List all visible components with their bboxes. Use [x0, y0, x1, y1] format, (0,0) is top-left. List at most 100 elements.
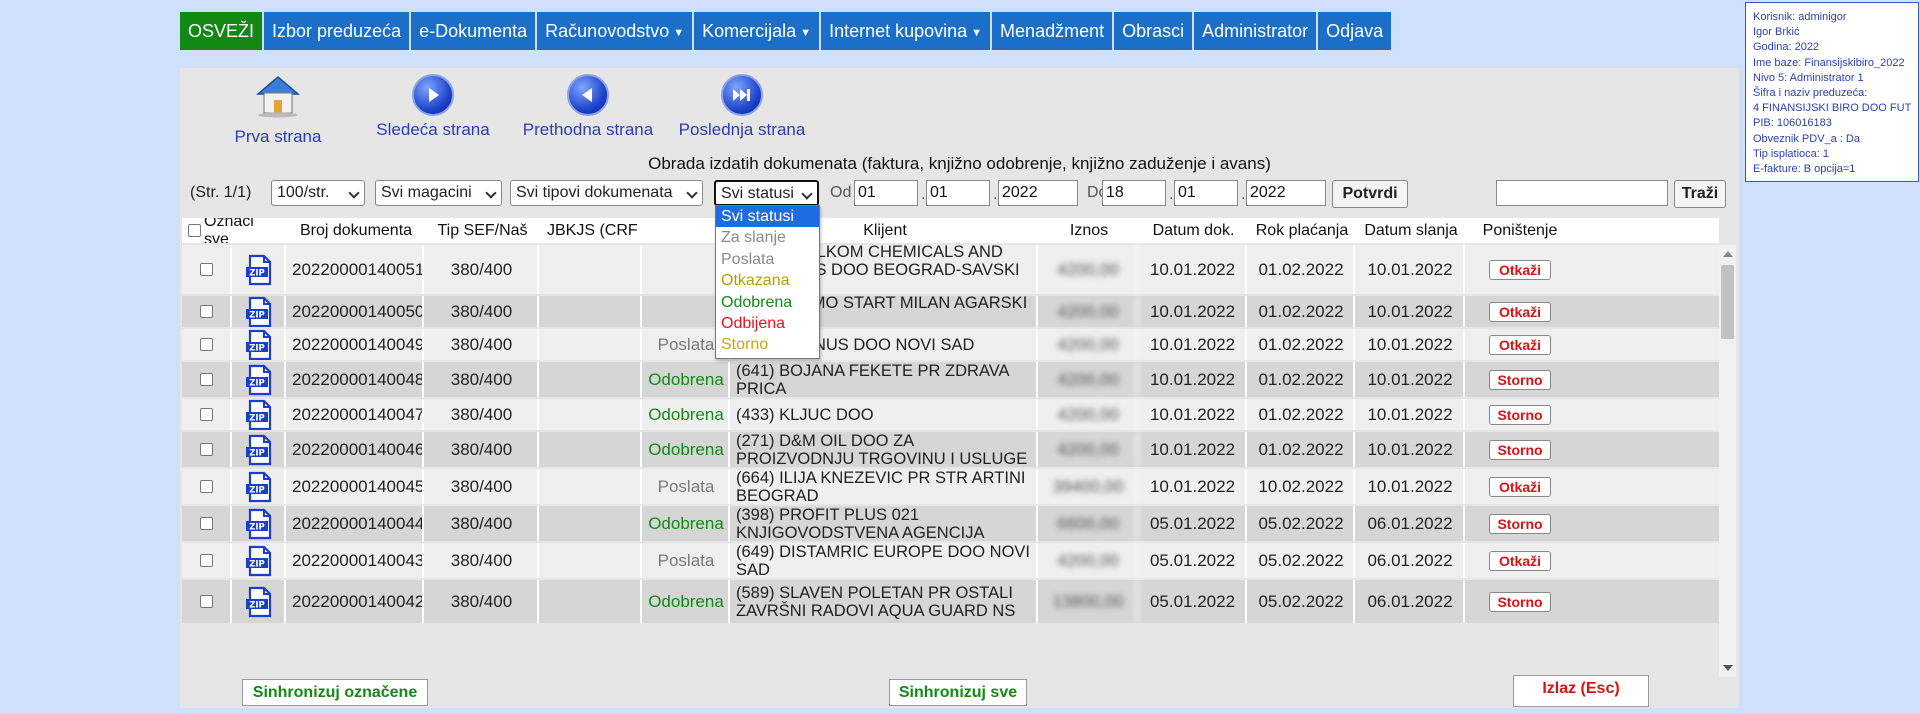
status-option[interactable]: Odobrena: [716, 292, 819, 313]
to-month-input[interactable]: 01: [1174, 180, 1238, 206]
previous-page-label: Prethodna strana: [522, 120, 654, 139]
user-info-line: Ime baze: Finansijskibiro_2022: [1753, 56, 1905, 69]
status-badge: Odobrena: [644, 399, 730, 430]
status-option[interactable]: Storno: [716, 334, 819, 355]
nav-item-label: e-Dokumenta: [419, 21, 528, 41]
cancel-button[interactable]: Otkaži: [1489, 550, 1551, 571]
sent-date: 10.01.2022: [1357, 432, 1465, 467]
cancel-button[interactable]: Otkaži: [1489, 259, 1551, 280]
download-zip-cell[interactable]: ZIP: [234, 543, 286, 578]
nav-item-0[interactable]: OSVEŽI: [180, 12, 263, 50]
chevron-down-icon: ▼: [800, 27, 812, 39]
download-zip-cell[interactable]: ZIP: [234, 245, 286, 294]
nav-item-9[interactable]: Odjava: [1318, 12, 1392, 50]
per-page-select[interactable]: 100/str.: [271, 180, 365, 206]
from-year-input[interactable]: 2022: [998, 180, 1078, 206]
nav-item-1[interactable]: Izbor preduzeća: [264, 12, 410, 50]
column-header-doc-number[interactable]: Broj dokumenta: [288, 218, 424, 243]
search-input[interactable]: [1496, 180, 1668, 206]
cancel-button[interactable]: Otkaži: [1489, 476, 1551, 497]
download-zip-cell[interactable]: ZIP: [234, 469, 286, 504]
nav-item-3[interactable]: Računovodstvo ▼: [537, 12, 693, 50]
download-zip-cell[interactable]: ZIP: [234, 399, 286, 430]
table-scrollbar[interactable]: [1719, 245, 1736, 677]
exit-button[interactable]: Izlaz (Esc): [1513, 675, 1649, 707]
storno-button[interactable]: Storno: [1489, 591, 1551, 612]
nav-item-5[interactable]: Internet kupovina ▼: [821, 12, 991, 50]
cancel-button[interactable]: Otkaži: [1489, 334, 1551, 355]
column-header-type[interactable]: Tip SEF/Naš: [426, 218, 539, 243]
row-checkbox[interactable]: [199, 480, 213, 493]
sync-selected-button[interactable]: Sinhronizuj označene: [242, 679, 428, 706]
sync-all-button[interactable]: Sinhronizuj sve: [889, 679, 1027, 706]
row-checkbox[interactable]: [199, 263, 213, 276]
status-badge: Odobrena: [644, 362, 730, 397]
storno-button[interactable]: Storno: [1489, 369, 1551, 390]
column-header-jbkjs[interactable]: JBKJS (CRF: [541, 218, 642, 243]
column-header-sent-date[interactable]: Datum slanja: [1357, 218, 1465, 243]
row-checkbox[interactable]: [199, 554, 213, 567]
status-select[interactable]: Svi statusi: [714, 180, 819, 206]
column-header-due-date[interactable]: Rok plaćanja: [1249, 218, 1355, 243]
doc-type: 380/400: [426, 469, 539, 504]
download-zip-cell[interactable]: ZIP: [234, 296, 286, 327]
row-checkbox[interactable]: [199, 373, 213, 386]
nav-item-7[interactable]: Obrasci: [1114, 12, 1193, 50]
status-dropdown-list: Svi statusi Za slanje Poslata Otkazana Odobr…: [715, 205, 820, 359]
last-page-button[interactable]: Poslednja strana: [662, 74, 822, 140]
status-option[interactable]: Svi statusi: [716, 206, 819, 228]
cancel-cell: Otkaži: [1467, 245, 1573, 294]
nav-item-label: Izbor preduzeća: [272, 21, 402, 41]
row-checkbox[interactable]: [199, 517, 213, 530]
amount-value: 39400,00: [1040, 469, 1138, 504]
page-title: Obrada izdatih dokumenata (faktura, knji…: [648, 154, 1271, 173]
document-type-select[interactable]: Svi tipovi dokumenata: [510, 180, 703, 206]
zip-file-icon: ZIP: [246, 508, 272, 539]
due-date: 01.02.2022: [1249, 399, 1355, 430]
storno-button[interactable]: Storno: [1489, 439, 1551, 460]
skip-forward-icon: [721, 74, 763, 116]
from-day-input[interactable]: 01: [854, 180, 918, 206]
select-all-checkbox[interactable]: [188, 224, 201, 237]
storno-button[interactable]: Storno: [1489, 513, 1551, 534]
warehouse-select[interactable]: Svi magacini: [375, 180, 502, 206]
due-date: 10.02.2022: [1249, 469, 1355, 504]
cancel-cell: Storno: [1467, 362, 1573, 397]
status-option[interactable]: Odbijena: [716, 313, 819, 334]
row-checkbox[interactable]: [199, 305, 213, 318]
scroll-down-icon[interactable]: [1723, 665, 1733, 671]
scroll-thumb[interactable]: [1721, 265, 1734, 339]
row-checkbox[interactable]: [199, 595, 213, 608]
zip-file-icon: ZIP: [246, 254, 272, 285]
download-zip-cell[interactable]: ZIP: [234, 580, 286, 623]
nav-item-2[interactable]: e-Dokumenta: [411, 12, 536, 50]
nav-item-4[interactable]: Komercijala ▼: [694, 12, 820, 50]
doc-type: 380/400: [426, 543, 539, 578]
search-button[interactable]: Traži: [1674, 180, 1726, 208]
cancel-button[interactable]: Otkaži: [1489, 301, 1551, 322]
to-year-input[interactable]: 2022: [1246, 180, 1326, 206]
to-day-input[interactable]: 18: [1102, 180, 1166, 206]
status-option[interactable]: Za slanje: [716, 227, 819, 248]
status-option[interactable]: Poslata: [716, 249, 819, 270]
row-checkbox[interactable]: [199, 443, 213, 456]
storno-button[interactable]: Storno: [1489, 404, 1551, 425]
first-page-button[interactable]: Prva strana: [198, 74, 358, 147]
nav-item-8[interactable]: Administrator: [1194, 12, 1317, 50]
next-page-button[interactable]: Sledeća strana: [353, 74, 513, 140]
from-month-input[interactable]: 01: [926, 180, 990, 206]
confirm-button[interactable]: Potvrdi: [1332, 180, 1408, 208]
download-zip-cell[interactable]: ZIP: [234, 362, 286, 397]
column-header-doc-date[interactable]: Datum dok.: [1140, 218, 1247, 243]
scroll-up-icon[interactable]: [1723, 251, 1733, 257]
previous-page-button[interactable]: Prethodna strana: [508, 74, 668, 140]
download-zip-cell[interactable]: ZIP: [234, 432, 286, 467]
status-option[interactable]: Otkazana: [716, 270, 819, 291]
column-header-amount[interactable]: Iznos: [1040, 218, 1138, 243]
due-date: 01.02.2022: [1249, 362, 1355, 397]
download-zip-cell[interactable]: ZIP: [234, 506, 286, 541]
nav-item-6[interactable]: Menadžment: [992, 12, 1113, 50]
row-checkbox[interactable]: [199, 338, 213, 351]
row-checkbox[interactable]: [199, 408, 213, 421]
download-zip-cell[interactable]: ZIP: [234, 329, 286, 360]
